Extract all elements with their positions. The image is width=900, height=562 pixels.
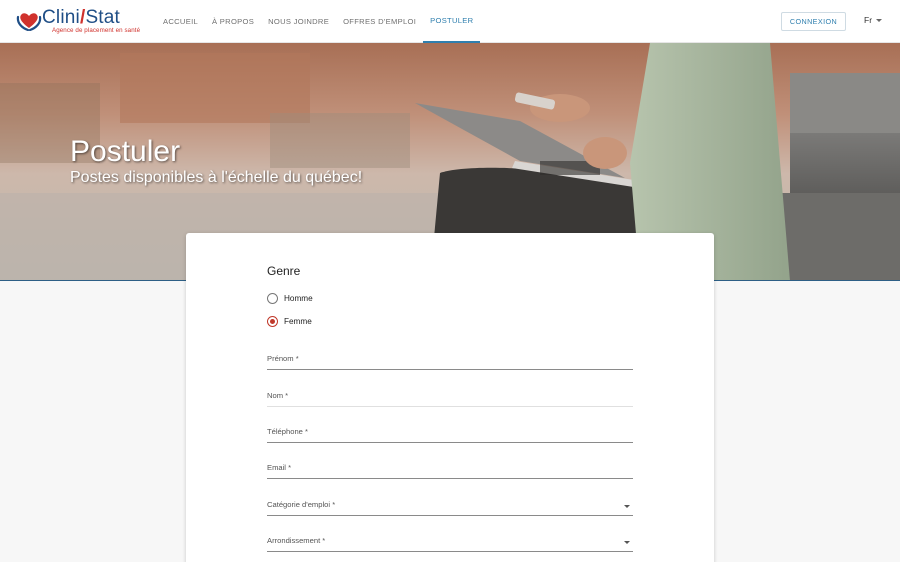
telephone-label: Téléphone * — [267, 427, 308, 436]
chevron-down-icon — [624, 541, 630, 544]
brand-name: Clini/Stat — [42, 7, 121, 28]
arrondissement-label: Arrondissement * — [267, 536, 326, 545]
nom-label: Nom * — [267, 391, 289, 400]
email-field[interactable]: Email * — [267, 461, 633, 479]
telephone-field[interactable]: Téléphone * — [267, 425, 633, 443]
chevron-down-icon — [876, 18, 883, 22]
categorie-emploi-label: Catégorie d'emploi * — [267, 500, 336, 509]
genre-label: Genre — [267, 264, 301, 278]
page-title: Postuler — [70, 135, 181, 168]
arrondissement-select[interactable]: Arrondissement * — [267, 534, 633, 552]
application-form-card: Genre Homme Femme Prénom * Nom * Télépho… — [186, 233, 714, 562]
heart-hands-icon — [16, 13, 42, 31]
brand-tagline: Agence de placement en santé — [52, 27, 141, 34]
nav-item-nous-joindre[interactable]: NOUS JOINDRE — [261, 0, 336, 43]
login-button[interactable]: CONNEXION — [781, 12, 846, 31]
radio-label-femme: Femme — [284, 317, 312, 326]
site-header: Clini/Stat Agence de placement en santé … — [0, 0, 900, 43]
radio-femme[interactable]: Femme — [267, 316, 312, 327]
radio-label-homme: Homme — [284, 294, 313, 303]
nom-field[interactable]: Nom * — [267, 389, 633, 407]
language-selector[interactable]: Fr — [864, 15, 883, 25]
nav-item-accueil[interactable]: ACCUEIL — [156, 0, 205, 43]
radio-homme[interactable]: Homme — [267, 293, 313, 304]
prenom-field[interactable]: Prénom * — [267, 352, 633, 370]
nav-item-offres-emploi[interactable]: OFFRES D'EMPLOI — [336, 0, 423, 43]
logo[interactable]: Clini/Stat Agence de placement en santé — [16, 7, 148, 34]
email-label: Email * — [267, 463, 292, 472]
nav-item-a-propos[interactable]: À PROPOS — [205, 0, 261, 43]
radio-checked-icon[interactable] — [267, 316, 278, 327]
language-label: Fr — [864, 15, 873, 25]
main-nav: ACCUEIL À PROPOS NOUS JOINDRE OFFRES D'E… — [156, 0, 481, 43]
categorie-emploi-select[interactable]: Catégorie d'emploi * — [267, 498, 633, 516]
nav-item-postuler[interactable]: POSTULER — [423, 0, 481, 43]
chevron-down-icon — [624, 505, 630, 508]
page-subtitle: Postes disponibles à l'échelle du québec… — [70, 169, 363, 186]
prenom-label: Prénom * — [267, 354, 299, 363]
radio-unchecked-icon[interactable] — [267, 293, 278, 304]
